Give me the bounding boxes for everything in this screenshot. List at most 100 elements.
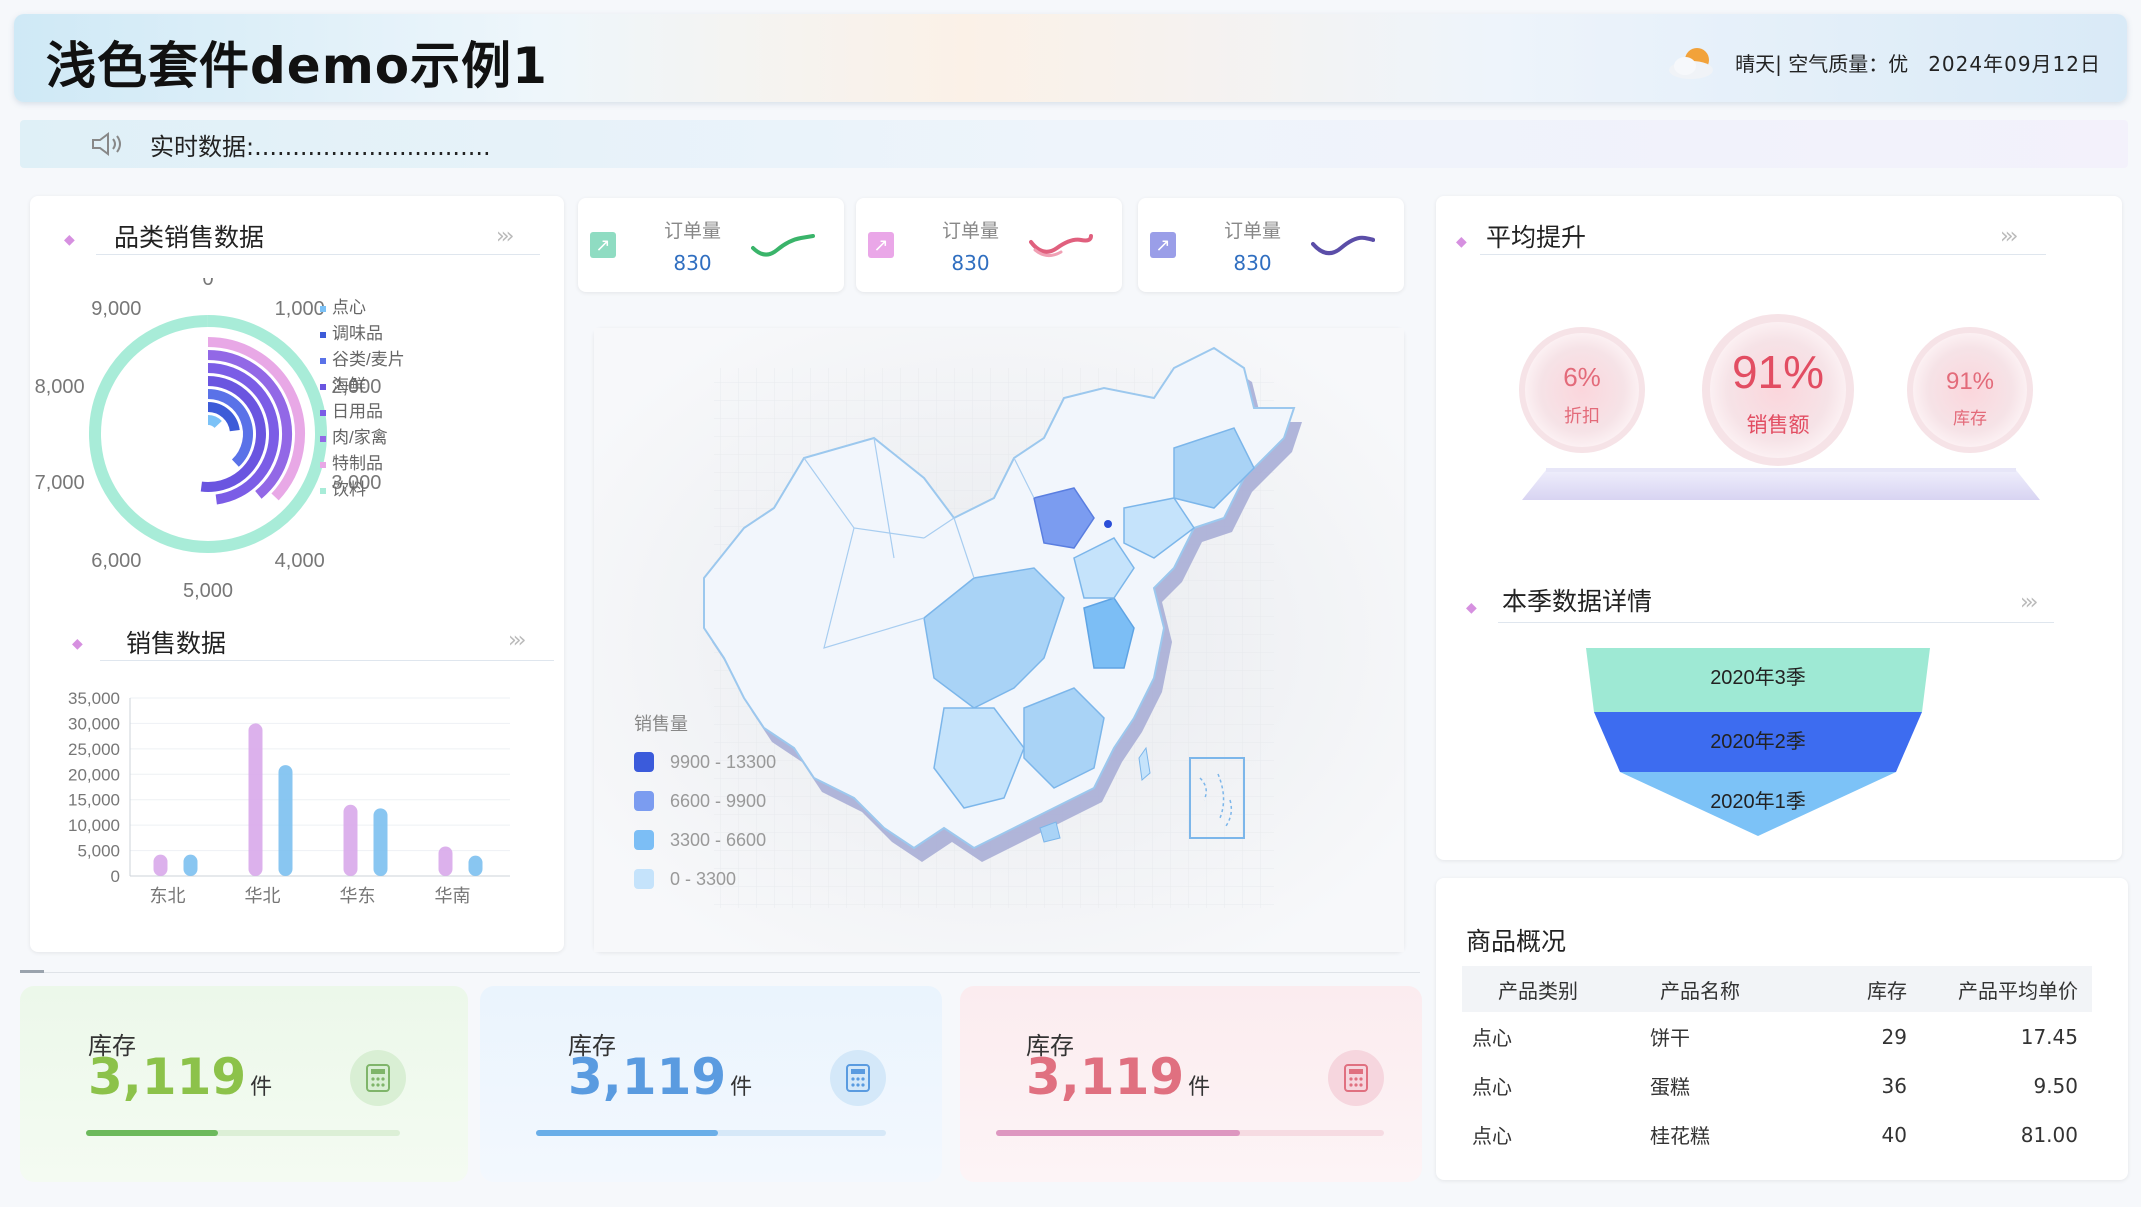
order-card-1[interactable]: ↗ 订单量 830 — [578, 198, 844, 292]
map-legend-item[interactable]: 3300 - 6600 — [634, 830, 766, 850]
legend-marker — [320, 410, 326, 416]
kpi-progress-fill — [996, 1130, 1241, 1136]
order-card-2[interactable]: ↗ 订单量 830 — [856, 198, 1122, 292]
speaker-icon — [92, 132, 121, 156]
radial-bar[interactable] — [207, 415, 222, 429]
funnel-label: 2020年3季 — [1710, 666, 1806, 689]
stock-circle[interactable]: 91% 库存 — [1907, 327, 2033, 453]
more-chevron-icon[interactable]: ››› — [508, 628, 527, 653]
weather-sun-cloud-icon — [1669, 48, 1714, 79]
map-region-beijing[interactable] — [1104, 520, 1112, 528]
legend-label[interactable]: 日用品 — [332, 402, 383, 421]
cell: 40 — [1881, 1122, 1907, 1147]
goods-table: 产品类别 产品名称 库存 产品平均单价 点心 饼干 29 17.45 点心 蛋糕… — [1462, 966, 2092, 1159]
uplift-panel-title: 平均提升 — [1486, 223, 1587, 252]
order-card-label: 订单量 — [664, 219, 722, 242]
bar[interactable] — [248, 723, 263, 876]
map-legend-item[interactable]: 0 - 3300 — [634, 869, 736, 889]
cell: 蛋糕 — [1650, 1075, 1690, 1099]
legend-label[interactable]: 饮料 — [332, 480, 366, 499]
order-card-value: 830 — [1233, 250, 1272, 275]
title-underline — [1480, 254, 2046, 255]
map-legend-item[interactable]: 6600 - 9900 — [634, 791, 766, 811]
weather-text: 晴天| 空气质量：优 — [1735, 51, 1909, 76]
bar[interactable] — [438, 846, 453, 876]
bar[interactable] — [278, 765, 293, 876]
order-card-3[interactable]: ↗ 订单量 830 — [1138, 198, 1404, 292]
season-panel-title: 本季数据详情 — [1502, 587, 1653, 616]
radial-tick-label: 9,000 — [91, 298, 141, 320]
legend-marker — [320, 488, 326, 494]
kpi-unit: 件 — [730, 1075, 753, 1100]
diamond-icon: ◆ — [1466, 600, 1477, 616]
legend-swatch — [634, 869, 654, 889]
arrow-up-right-icon: ↗ — [590, 232, 616, 258]
kpi-progress-track — [86, 1130, 400, 1136]
kpi-unit: 件 — [250, 1075, 273, 1100]
bar[interactable] — [343, 804, 358, 876]
kpi-value: 3,119 — [1026, 1048, 1185, 1106]
sales-label: 销售额 — [1747, 414, 1810, 437]
col-category[interactable]: 产品类别 — [1462, 966, 1614, 1012]
sales-circle[interactable]: 91% 销售额 — [1702, 314, 1854, 466]
x-tick-label: 东北 — [150, 886, 186, 906]
arrow-up-right-icon: ↗ — [1150, 232, 1176, 258]
col-stock[interactable]: 库存 — [1786, 966, 1927, 1012]
y-tick-label: 20,000 — [68, 765, 120, 784]
map-legend-title: 销售量 — [634, 714, 688, 734]
cell: 17.45 — [2020, 1024, 2078, 1049]
radial-bar-chart: 01,0002,0003,0004,0005,0006,0007,0008,00… — [35, 278, 405, 602]
sparkline-icon — [751, 234, 816, 257]
legend-label[interactable]: 谷类/麦片 — [332, 350, 405, 369]
legend-label[interactable]: 肉/家禽 — [332, 428, 388, 447]
sales-value: 91% — [1732, 346, 1824, 398]
legend-label[interactable]: 点心 — [332, 298, 366, 317]
bar[interactable] — [468, 855, 483, 876]
table-row[interactable]: 点心 饼干 29 17.45 — [1462, 1012, 2092, 1061]
diamond-icon: ◆ — [64, 232, 75, 248]
table-row[interactable]: 点心 蛋糕 36 9.50 — [1462, 1061, 2092, 1110]
legend-label[interactable]: 调味品 — [332, 324, 383, 343]
cell: 81.00 — [2020, 1122, 2078, 1147]
title-underline — [100, 660, 554, 661]
platform-base — [1522, 470, 2040, 500]
bar[interactable] — [373, 808, 388, 876]
bar[interactable] — [153, 854, 168, 876]
more-chevron-icon[interactable]: ››› — [496, 224, 515, 249]
legend-marker — [320, 358, 326, 364]
bar[interactable] — [183, 854, 198, 876]
legend-label: 6600 - 9900 — [670, 791, 766, 811]
page-title: 浅色套件demo示例1 — [46, 37, 548, 95]
col-avg-price[interactable]: 产品平均单价 — [1927, 966, 2092, 1012]
title-underline — [96, 254, 540, 255]
sales-panel-title: 销售数据 — [126, 629, 227, 658]
legend-label[interactable]: 特制品 — [332, 454, 383, 473]
stock-value: 91% — [1946, 368, 1994, 395]
discount-value: 6% — [1563, 362, 1601, 392]
table-row[interactable]: 点心 桂花糕 40 81.00 — [1462, 1110, 2092, 1159]
sparkline-icon — [1311, 235, 1376, 256]
legend-label[interactable]: 海鲜 — [332, 376, 366, 395]
col-name[interactable]: 产品名称 — [1614, 966, 1786, 1012]
radial-tick-label: 5,000 — [183, 580, 233, 602]
arrow-up-right-icon: ↗ — [868, 232, 894, 258]
kpi-progress-track — [996, 1130, 1384, 1136]
legend-marker — [320, 306, 326, 312]
legend-label: 3300 - 6600 — [670, 830, 766, 850]
x-tick-label: 华北 — [245, 886, 281, 906]
more-chevron-icon[interactable]: ››› — [2000, 224, 2019, 249]
calculator-icon — [350, 1050, 406, 1106]
kpi-value-wrap: 3,119 件 — [568, 1048, 752, 1106]
cell: 点心 — [1472, 1124, 1512, 1148]
radial-tick-label: 6,000 — [91, 550, 141, 572]
radial-tick-label: 8,000 — [35, 376, 85, 398]
funnel-label: 2020年2季 — [1710, 730, 1806, 753]
y-tick-label: 35,000 — [68, 689, 120, 708]
china-sales-map[interactable]: 销售量 9900 - 13300 6600 - 9900 3300 - 6600… — [594, 328, 1404, 952]
y-tick-label: 5,000 — [77, 842, 120, 861]
legend-swatch — [634, 791, 654, 811]
more-chevron-icon[interactable]: ››› — [2020, 590, 2039, 615]
order-card-value: 830 — [951, 250, 990, 275]
discount-circle[interactable]: 6% 折扣 — [1519, 327, 1645, 453]
title-underline — [1498, 622, 2054, 623]
